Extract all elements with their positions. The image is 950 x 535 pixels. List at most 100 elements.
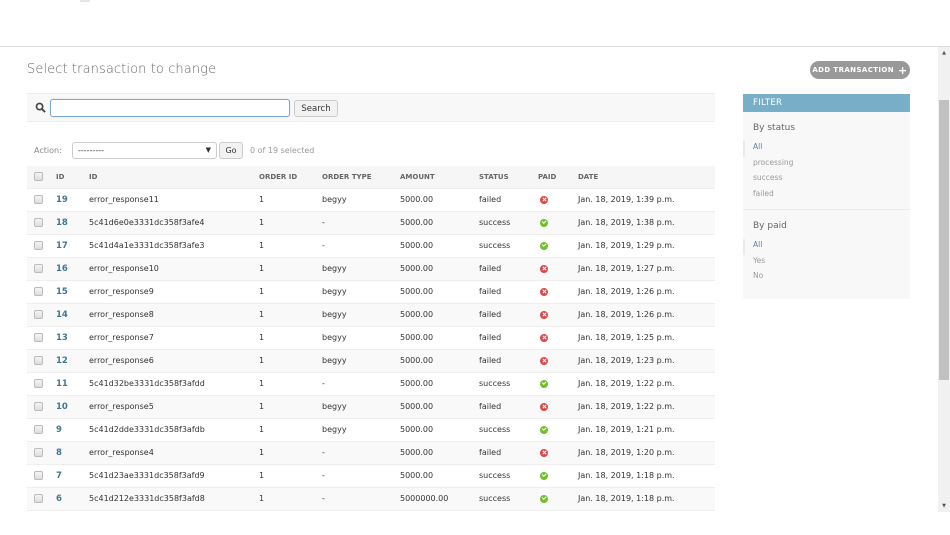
row-select-cell: [27, 188, 56, 212]
scroll-down-arrow-icon[interactable]: ▼: [938, 500, 950, 512]
row-select-cell: [27, 372, 56, 396]
id-cell: 5c41d4a1e3331dc358f3afe3: [89, 234, 259, 258]
row-checkbox[interactable]: [34, 379, 43, 388]
row-checkbox[interactable]: [34, 425, 43, 434]
column-header-status[interactable]: STATUS: [479, 166, 538, 189]
order-type-cell: begyy: [322, 418, 400, 442]
row-link[interactable]: 14: [56, 310, 68, 320]
id-cell: error_response8: [89, 303, 259, 327]
scroll-up-arrow-icon[interactable]: ▲: [938, 47, 950, 59]
action-label: Action:: [34, 145, 62, 155]
id-cell: 5c41d2dde3331dc358f3afdb: [89, 418, 259, 442]
column-header-id[interactable]: ID: [89, 166, 259, 189]
status-cell: success: [479, 487, 538, 511]
filter-option-status-success[interactable]: success: [743, 172, 910, 188]
row-link[interactable]: 12: [56, 356, 68, 366]
row-link[interactable]: 13: [56, 333, 68, 343]
filter-panel: FILTER By status All processing success …: [743, 94, 910, 299]
row-checkbox[interactable]: [34, 218, 43, 227]
column-header-pk[interactable]: ID: [56, 166, 89, 189]
status-cell: success: [479, 211, 538, 235]
amount-cell: 5000.00: [400, 441, 479, 465]
row-checkbox[interactable]: [34, 471, 43, 480]
order-id-cell: 1: [259, 326, 322, 350]
row-link[interactable]: 17: [56, 241, 68, 251]
filter-option-status-processing[interactable]: processing: [743, 157, 910, 173]
add-transaction-button[interactable]: ADD TRANSACTION +: [810, 61, 910, 79]
row-link[interactable]: 16: [56, 264, 68, 274]
status-cell: failed: [479, 303, 538, 327]
scrollbar-thumb[interactable]: [939, 100, 949, 380]
filter-option-status-all[interactable]: All: [743, 141, 910, 157]
date-cell: Jan. 18, 2019, 1:27 p.m.: [578, 257, 715, 281]
paid-cell: [538, 349, 578, 373]
filter-option-paid-yes[interactable]: Yes: [743, 255, 910, 271]
order-id-cell: 1: [259, 303, 322, 327]
row-link[interactable]: 9: [56, 425, 62, 435]
row-link[interactable]: 10: [56, 402, 68, 412]
pk-cell: 8: [56, 441, 89, 465]
column-header-amount[interactable]: AMOUNT: [400, 166, 479, 189]
row-link[interactable]: 6: [56, 494, 62, 504]
order-id-cell: 1: [259, 441, 322, 465]
order-type-cell: begyy: [322, 326, 400, 350]
row-checkbox[interactable]: [34, 264, 43, 273]
row-link[interactable]: 18: [56, 218, 68, 228]
check-circle-icon: [540, 218, 548, 227]
x-circle-icon: [540, 448, 548, 457]
amount-cell: 5000.00: [400, 326, 479, 350]
column-header-date[interactable]: DATE: [578, 166, 715, 189]
row-checkbox[interactable]: [34, 241, 43, 250]
order-id-cell: 1: [259, 349, 322, 373]
amount-cell: 5000.00: [400, 257, 479, 281]
row-checkbox[interactable]: [34, 448, 43, 457]
select-all-checkbox[interactable]: [34, 172, 43, 182]
row-link[interactable]: 7: [56, 471, 62, 481]
paid-cell: [538, 487, 578, 511]
search-icon: [35, 102, 46, 113]
amount-cell: 5000.00: [400, 372, 479, 396]
action-bar: Action: --------- ▼ Go 0 of 19 selected: [27, 141, 314, 159]
date-cell: Jan. 18, 2019, 1:18 p.m.: [578, 487, 715, 511]
order-type-cell: -: [322, 372, 400, 396]
row-checkbox[interactable]: [34, 333, 43, 342]
search-input[interactable]: [50, 99, 290, 117]
action-select-value: ---------: [78, 145, 104, 155]
date-cell: Jan. 18, 2019, 1:29 p.m.: [578, 234, 715, 258]
action-select[interactable]: --------- ▼: [72, 141, 217, 159]
column-header-paid[interactable]: PAID: [538, 166, 578, 189]
row-checkbox[interactable]: [34, 287, 43, 296]
row-link[interactable]: 8: [56, 448, 62, 458]
date-cell: Jan. 18, 2019, 1:22 p.m.: [578, 372, 715, 396]
filter-option-paid-all[interactable]: All: [743, 239, 910, 255]
column-header-order-id[interactable]: ORDER ID: [259, 166, 322, 189]
check-circle-icon: [540, 471, 548, 480]
filter-option-status-failed[interactable]: failed: [743, 188, 910, 204]
filter-title: FILTER: [743, 94, 910, 112]
filter-option-paid-no[interactable]: No: [743, 270, 910, 286]
row-link[interactable]: 19: [56, 195, 68, 205]
table-row: 12 error_response6 1 begyy 5000.00 failed Jan.…: [27, 349, 715, 373]
vertical-scrollbar[interactable]: ▲ ▼: [938, 47, 950, 512]
row-checkbox[interactable]: [34, 310, 43, 319]
table-row: 11 5c41d32be3331dc358f3afdd 1-5000.00 succe…: [27, 372, 715, 396]
row-link[interactable]: 11: [56, 379, 68, 389]
id-cell: error_response6: [89, 349, 259, 373]
status-cell: failed: [479, 349, 538, 373]
search-button[interactable]: Search: [294, 100, 338, 117]
pk-cell: 13: [56, 326, 89, 350]
amount-cell: 5000.00: [400, 464, 479, 488]
column-header-order-type[interactable]: ORDER TYPE: [322, 166, 400, 189]
row-checkbox[interactable]: [34, 356, 43, 365]
order-type-cell: -: [322, 487, 400, 511]
table-header-row: ID ID ORDER ID ORDER TYPE AMOUNT STATUS …: [27, 166, 715, 189]
status-cell: success: [479, 372, 538, 396]
go-button[interactable]: Go: [219, 141, 243, 159]
row-checkbox[interactable]: [34, 402, 43, 411]
pk-cell: 15: [56, 280, 89, 304]
row-checkbox[interactable]: [34, 494, 43, 503]
id-cell: error_response4: [89, 441, 259, 465]
row-checkbox[interactable]: [34, 195, 43, 204]
row-link[interactable]: 15: [56, 287, 68, 297]
table-row: 9 5c41d2dde3331dc358f3afdb 1 begyy 5000.00 su…: [27, 418, 715, 442]
